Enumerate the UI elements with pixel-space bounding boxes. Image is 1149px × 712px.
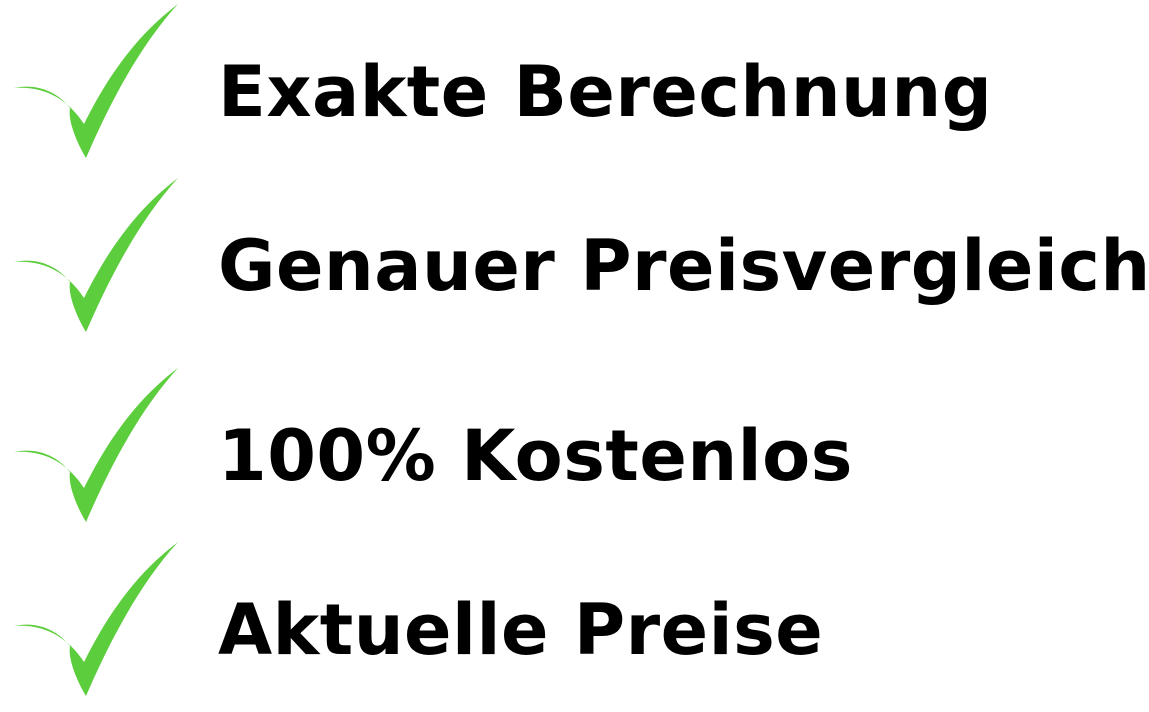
checkmark-icon [10,364,180,526]
feature-item-genauer-preisvergleich: Genauer Preisvergleich [0,174,1149,348]
feature-item-aktuelle-preise: Aktuelle Preise [0,538,1149,712]
feature-item-kostenlos: 100% Kostenlos [0,364,1149,538]
feature-label: Genauer Preisvergleich [218,225,1149,307]
checkmark-icon [10,0,180,162]
feature-list: Exakte Berechnung Genauer Preisvergleich… [0,0,1149,698]
feature-label: Exakte Berechnung [218,51,993,133]
feature-label: Aktuelle Preise [218,589,824,671]
feature-item-exakte-berechnung: Exakte Berechnung [0,0,1149,174]
feature-label: 100% Kostenlos [218,415,853,497]
checkmark-icon [10,538,180,700]
checkmark-icon [10,174,180,336]
